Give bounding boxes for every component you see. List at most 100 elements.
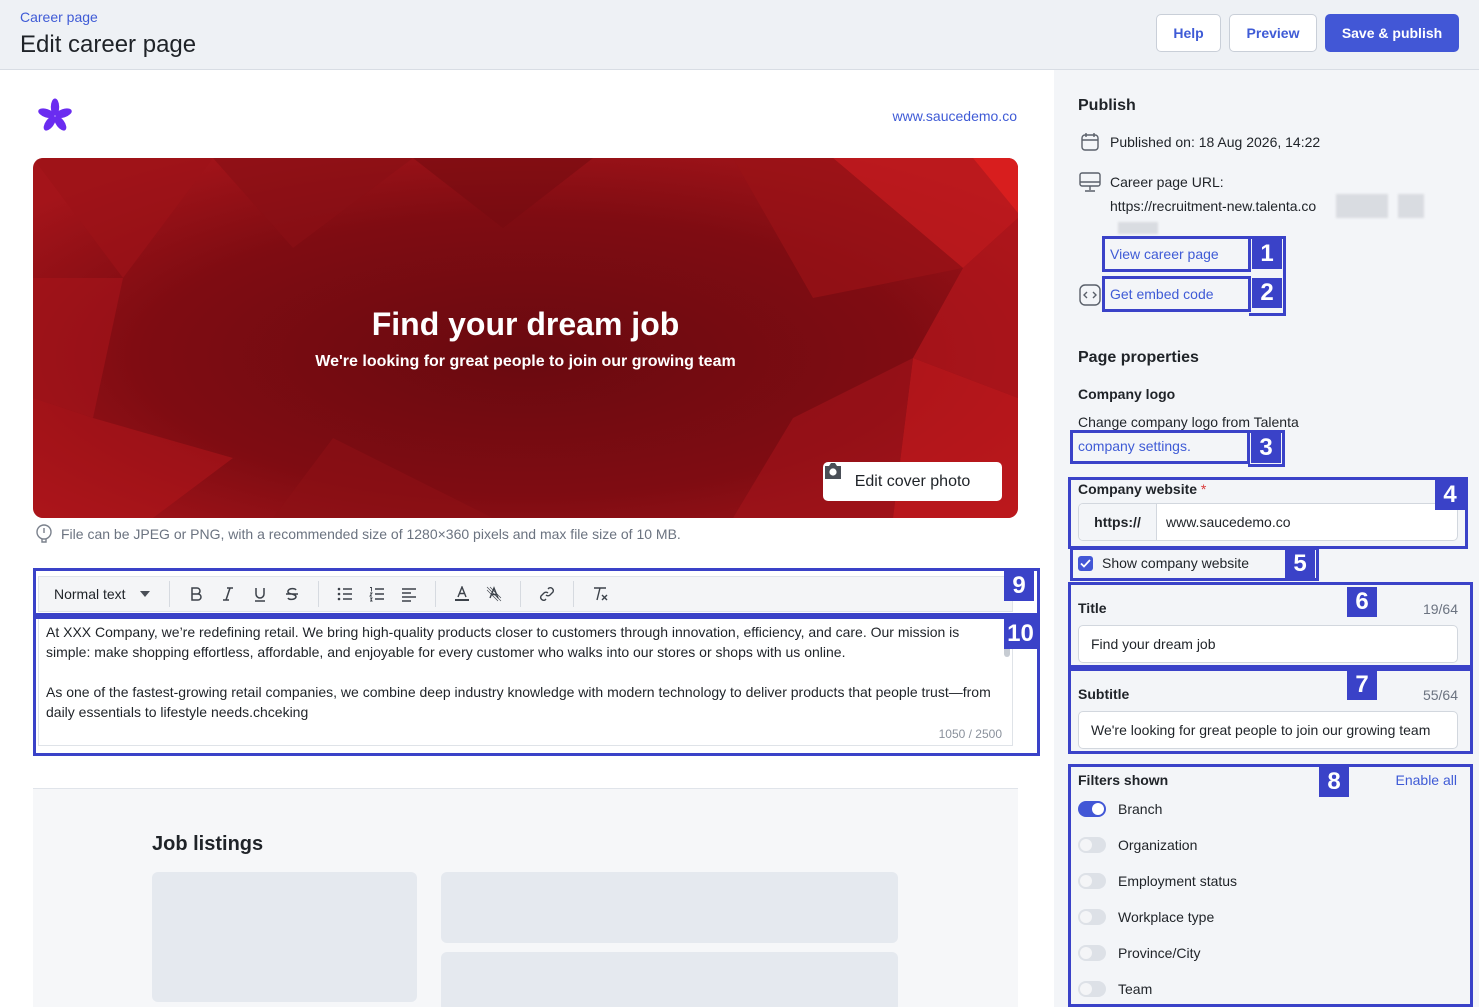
character-counter: 1050 / 2500 [938,727,1002,741]
company-website-link[interactable]: www.saucedemo.co [892,108,1017,124]
editor-toolbar: Normal text [38,576,1013,612]
filter-label-province-city: Province/City [1118,945,1201,961]
clear-format-button[interactable] [584,579,616,609]
camera-icon [825,463,841,479]
annotation-tag-5: 5 [1285,549,1315,579]
company-logo-label: Company logo [1078,386,1176,402]
redacted-url [1336,194,1388,218]
view-career-page-link[interactable]: View career page [1110,246,1219,262]
checkmark-icon [1080,559,1091,568]
annotation-tag-4: 4 [1435,480,1465,510]
redacted-url [1118,222,1158,234]
align-button[interactable] [393,579,425,609]
breadcrumb-career-page[interactable]: Career page [20,9,98,25]
chevron-down-icon [139,591,150,597]
employment-status-toggle[interactable] [1078,873,1106,889]
enable-all-link[interactable]: Enable all [1396,772,1458,788]
numbered-list-button[interactable] [361,579,393,609]
publish-heading: Publish [1078,97,1136,114]
toolbar-divider [435,581,436,607]
annotation-tag-6: 6 [1347,587,1377,617]
required-mark: * [1200,481,1207,497]
annotation-tag-3: 3 [1251,433,1281,463]
toolbar-divider [520,581,521,607]
title-label: Title [1078,600,1107,616]
embed-code-icon [1079,284,1101,306]
align-left-icon [402,588,416,602]
calendar-icon [1081,133,1099,151]
workplace-type-toggle[interactable] [1078,909,1106,925]
title-input[interactable]: Find your dream job [1078,625,1458,663]
job-card-placeholder [441,952,898,1007]
cover-subtitle: We're looking for great people to join o… [315,353,736,370]
strikethrough-icon [286,587,298,601]
edit-cover-label: Edit cover photo [854,472,971,490]
lightbulb-icon [36,524,52,543]
numbered-list-icon [369,587,384,602]
text-format-select[interactable]: Normal text [39,579,159,609]
bold-button[interactable] [180,579,212,609]
link-button[interactable] [531,579,563,609]
bullet-list-icon [337,587,352,601]
highlight-button[interactable] [478,579,510,609]
link-icon [540,587,554,601]
company-website-label: Company website * [1078,481,1206,497]
toggle-knob [1080,875,1092,887]
description-editor[interactable]: At XXX Company, we’re redefining retail.… [38,616,1013,746]
underline-button[interactable] [244,579,276,609]
show-website-label: Show company website [1102,555,1250,571]
help-button[interactable]: Help [1156,14,1221,52]
career-url-label: Career page URL: [1110,174,1224,190]
edit-cover-photo-button[interactable]: Edit cover photo [823,462,1002,501]
title-char-count: 19/64 [1422,601,1458,617]
save-publish-button[interactable]: Save & publish [1325,14,1459,52]
company-logo-hint: Change company logo from Talenta [1078,414,1299,430]
italic-button[interactable] [212,579,244,609]
job-card-placeholder [152,872,417,1002]
job-listings-title: Job listings [152,833,264,855]
filters-shown-label: Filters shown [1078,772,1169,788]
filter-label-workplace-type: Workplace type [1118,909,1215,925]
toolbar-divider [169,581,170,607]
redacted-url [1398,194,1424,218]
italic-icon [223,587,233,601]
cover-file-hint: File can be JPEG or PNG, with a recommen… [35,524,681,544]
annotation-tag-2: 2 [1252,278,1282,308]
toggle-knob [1092,803,1104,815]
highlight-icon [486,586,502,602]
website-prefix: https:// [1079,504,1157,540]
text-color-button[interactable] [446,579,478,609]
filter-label-branch: Branch [1118,801,1163,817]
branch-toggle[interactable] [1078,801,1106,817]
filter-label-organization: Organization [1118,837,1198,853]
province-city-toggle[interactable] [1078,945,1106,961]
cover-photo: Find your dream job We're looking for gr… [33,158,1018,518]
company-settings-link[interactable]: company settings. [1078,438,1191,454]
editor-paragraph-2: As one of the fastest-growing retail com… [46,684,991,720]
toggle-knob [1080,983,1092,995]
cover-title: Find your dream job [371,306,680,342]
strikethrough-button[interactable] [276,579,308,609]
get-embed-code-link[interactable]: Get embed code [1110,286,1214,302]
page-title: Edit career page [20,31,197,58]
show-website-checkbox[interactable] [1078,556,1093,571]
annotation-tag-8: 8 [1319,767,1349,797]
annotation-tag-1: 1 [1252,239,1282,269]
text-color-icon [455,586,469,601]
bold-icon [191,587,202,601]
preview-button[interactable]: Preview [1229,14,1317,52]
company-logo-icon [38,98,72,131]
job-listings-section: Job listings [33,788,1018,1007]
subtitle-char-count: 55/64 [1422,687,1458,703]
bullet-list-button[interactable] [329,579,361,609]
subtitle-input[interactable]: We're looking for great people to join o… [1078,711,1458,749]
toggle-knob [1080,947,1092,959]
company-website-value: www.saucedemo.co [1166,514,1291,530]
published-on: Published on: 18 Aug 2026, 14:22 [1110,134,1321,150]
career-url-value: https://recruitment-new.talenta.co [1110,198,1317,214]
company-website-input[interactable]: https:// www.saucedemo.co [1078,503,1458,541]
subtitle-label: Subtitle [1078,686,1130,702]
organization-toggle[interactable] [1078,837,1106,853]
company-website-label-text: Company website [1078,481,1198,497]
team-toggle[interactable] [1078,981,1106,997]
